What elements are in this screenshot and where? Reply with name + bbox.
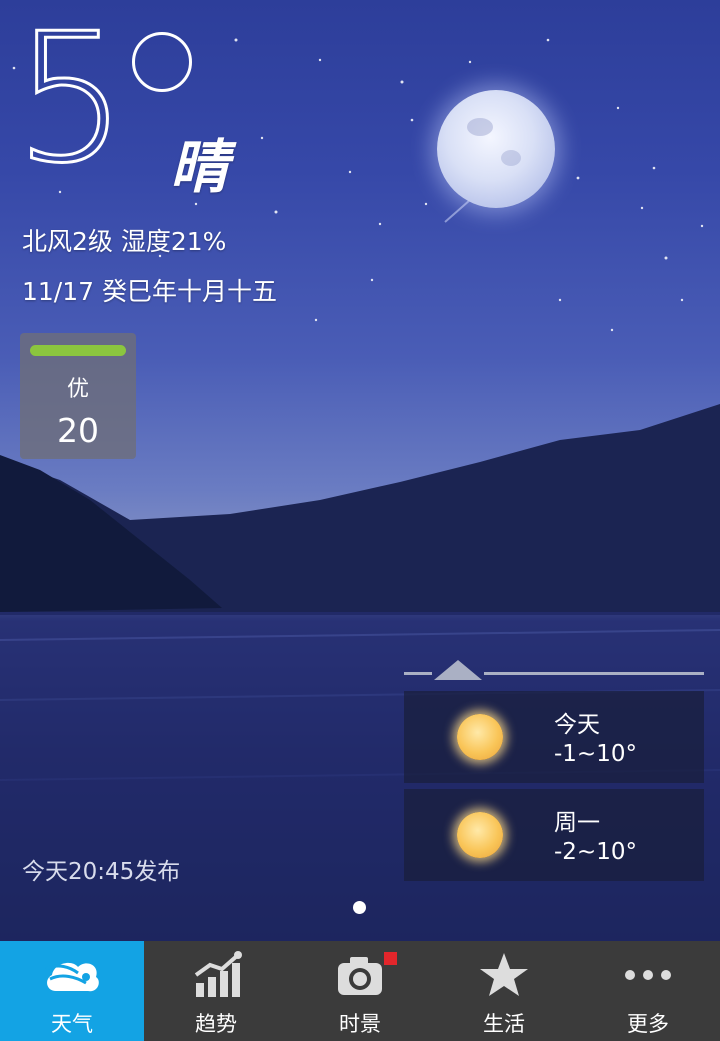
camera-icon [338, 957, 382, 995]
tab-more[interactable]: 更多 [576, 941, 720, 1041]
tab-label: 更多 [627, 1012, 669, 1036]
bottom-tab-bar: 天气 趋势 时景 生活 更多 [0, 941, 720, 1041]
star-icon [480, 953, 528, 996]
handle-line-left [404, 672, 432, 675]
aqi-level: 优 [66, 377, 89, 402]
tab-trend[interactable]: 趋势 [144, 941, 288, 1041]
more-dots-icon [625, 970, 671, 980]
trend-chart-icon [194, 951, 242, 997]
aqi-value: 20 [57, 411, 99, 450]
weather-cloud-icon [45, 962, 99, 992]
current-temperature: 5 [12, 0, 128, 202]
forecast-today[interactable]: 今天 -1~10° [404, 691, 704, 783]
forecast-expand-handle[interactable] [404, 660, 704, 686]
weather-condition: 晴 [170, 133, 229, 201]
forecast-day: 今天 [554, 712, 600, 738]
air-quality-card[interactable]: 优 20 [20, 333, 136, 459]
tab-life[interactable]: 生活 [432, 941, 576, 1041]
tab-label: 趋势 [195, 1012, 237, 1036]
forecast-day: 周一 [554, 810, 600, 836]
tab-scenery[interactable]: 时景 [288, 941, 432, 1041]
degree-symbol [132, 32, 192, 92]
forecast-monday[interactable]: 周一 -2~10° [404, 789, 704, 881]
publish-time: 今天20:45发布 [22, 859, 181, 885]
moon-icon [437, 90, 555, 208]
handle-line-right [484, 672, 704, 675]
page-indicator-dot [353, 901, 366, 914]
date-lunar: 11/17 癸巳年十月十五 [22, 277, 277, 306]
tab-label: 天气 [51, 1012, 93, 1036]
tab-label: 时景 [339, 1012, 381, 1036]
sun-icon [457, 812, 503, 858]
chevron-up-icon [434, 660, 482, 680]
wind-humidity: 北风2级 湿度21% [22, 227, 227, 256]
forecast-range: -1~10° [554, 741, 637, 767]
weather-background: 5 晴 北风2级 湿度21% 11/17 癸巳年十月十五 优 20 今天20:4… [0, 0, 720, 941]
forecast-range: -2~10° [554, 839, 637, 865]
aqi-level-bar [30, 345, 126, 356]
tab-weather[interactable]: 天气 [0, 941, 144, 1041]
tab-label: 生活 [483, 1012, 525, 1036]
notification-badge [384, 952, 397, 965]
sun-icon [457, 714, 503, 760]
